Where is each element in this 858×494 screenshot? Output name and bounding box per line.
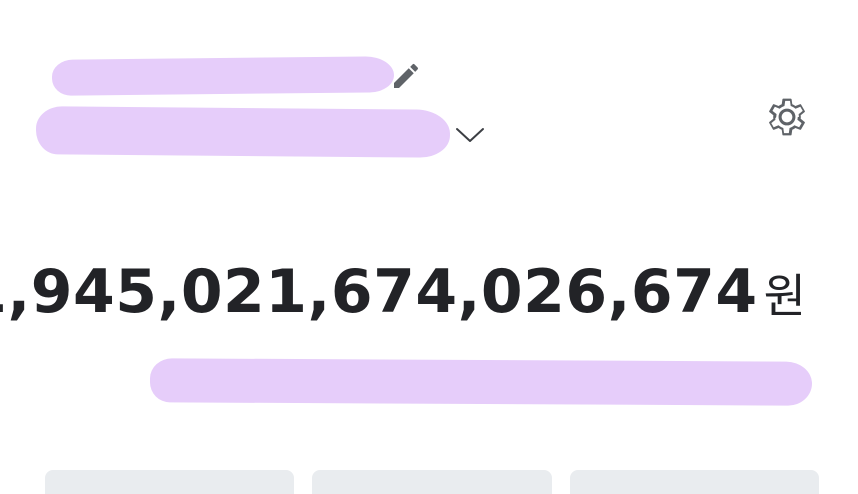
chevron-down-icon[interactable] (454, 122, 486, 148)
account-name-redacted (51, 56, 395, 96)
action-button-1[interactable] (45, 470, 294, 494)
balance-subtext-redacted (149, 358, 813, 406)
account-number-redacted[interactable] (35, 106, 451, 158)
pencil-icon[interactable] (390, 60, 422, 92)
action-button-3[interactable] (570, 470, 819, 494)
gear-icon[interactable] (764, 94, 810, 140)
balance-currency-unit: 원 (763, 269, 806, 323)
balance-display: 1,945,021,674,026,674 원 (0, 262, 806, 322)
account-screen: 1,945,021,674,026,674 원 (0, 0, 858, 494)
action-buttons (45, 470, 819, 494)
balance-amount: 1,945,021,674,026,674 (0, 257, 758, 327)
action-button-2[interactable] (312, 470, 552, 494)
